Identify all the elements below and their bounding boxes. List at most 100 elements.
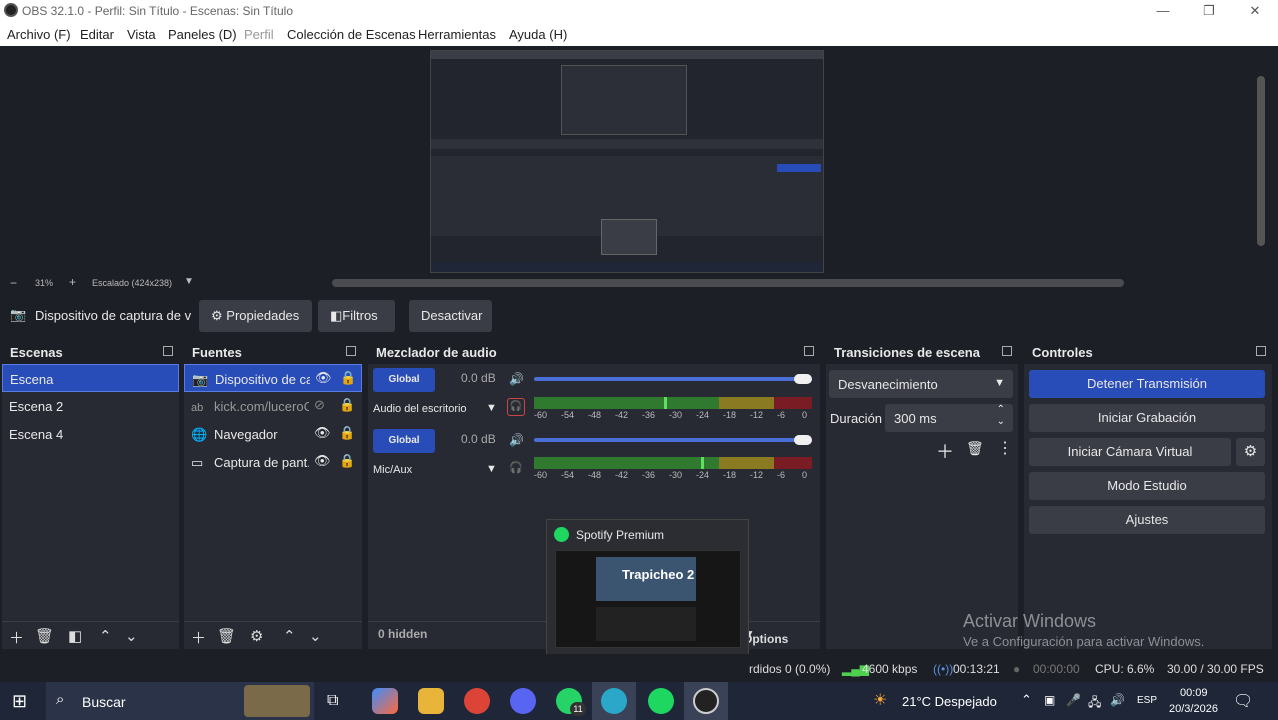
maximize-button[interactable]: ❐ <box>1186 0 1232 22</box>
start-recording-button[interactable]: Iniciar Grabación <box>1029 404 1265 432</box>
move-down-icon[interactable]: ⌄ <box>125 627 138 645</box>
volume-slider[interactable] <box>534 377 810 381</box>
clock-date[interactable]: 20/3/2026 <box>1169 703 1218 715</box>
move-up-icon[interactable]: ⌃ <box>99 627 112 645</box>
undock-icon[interactable] <box>163 346 173 356</box>
monitor-off-icon[interactable]: 🎧 <box>507 398 525 416</box>
discord-icon[interactable] <box>510 688 536 714</box>
menu-perfil[interactable]: Perfil <box>244 27 274 42</box>
hidden-eye-icon[interactable]: ⊘ <box>314 397 325 413</box>
monitor-headphones-icon[interactable]: 🎧 <box>509 461 523 474</box>
source-settings-gear-icon[interactable]: ⚙ <box>250 627 263 645</box>
deactivate-button[interactable]: Desactivar <box>409 300 492 332</box>
menu-archivo[interactable]: Archivo (F) <box>7 27 71 42</box>
chrome-icon[interactable] <box>464 688 490 714</box>
network-icon[interactable]: 🖧 <box>1088 693 1101 714</box>
preview-horizontal-scrollbar[interactable] <box>332 279 1124 287</box>
menu-editar[interactable]: Editar <box>80 27 114 42</box>
lock-icon[interactable]: 🔒 <box>339 397 355 413</box>
menu-coleccion-escenas[interactable]: Colección de Escenas <box>287 27 416 42</box>
scene-filters-icon[interactable]: ◧ <box>68 627 82 645</box>
source-item[interactable]: 📷 Dispositivo de ca 👁 🔒 <box>184 364 362 392</box>
copilot-icon[interactable] <box>372 688 398 714</box>
menu-ayuda[interactable]: Ayuda (H) <box>509 27 567 42</box>
meter-tick-label: 0 <box>802 410 808 420</box>
global-button[interactable]: Global <box>373 368 435 392</box>
language-indicator[interactable]: ESP <box>1137 695 1157 706</box>
taskbar-active-app[interactable] <box>592 682 636 720</box>
close-button[interactable]: ✕ <box>1232 0 1278 22</box>
menu-herramientas[interactable]: Herramientas <box>418 27 496 42</box>
volume-slider-knob[interactable] <box>794 435 812 445</box>
speaker-icon[interactable]: 🔊 <box>509 372 524 386</box>
volume-icon[interactable]: 🔊 <box>1110 693 1125 707</box>
channel-menu-dropdown-icon[interactable]: ▼ <box>486 463 497 475</box>
taskbar-obs-app[interactable] <box>684 682 728 720</box>
spin-up-icon[interactable]: ⌃ <box>997 404 1005 415</box>
weather-text[interactable]: 21°C Despejado <box>902 694 997 709</box>
clock-time[interactable]: 00:09 <box>1180 687 1208 699</box>
visibility-eye-icon[interactable]: 👁 <box>315 370 332 386</box>
source-item[interactable]: 🌐 Navegador 👁 🔒 <box>184 420 362 448</box>
stop-streaming-button[interactable]: Detener Transmisión <box>1029 370 1265 398</box>
whatsapp-icon[interactable]: 11 <box>556 688 586 716</box>
visibility-eye-icon[interactable]: 👁 <box>314 425 331 441</box>
channel-menu-dropdown-icon[interactable]: ▼ <box>486 402 497 414</box>
delete-source-icon[interactable]: 🗑 <box>217 627 236 645</box>
scene-item[interactable]: Escena <box>2 364 179 392</box>
taskbar-search-box[interactable]: ⌕ Buscar <box>46 682 314 720</box>
add-scene-icon[interactable]: ＋ <box>9 627 24 648</box>
move-down-icon[interactable]: ⌄ <box>309 627 322 645</box>
undock-icon[interactable] <box>1002 346 1012 356</box>
minimize-button[interactable]: — <box>1140 0 1186 22</box>
file-explorer-icon[interactable] <box>418 688 444 714</box>
settings-button[interactable]: Ajustes <box>1029 506 1265 534</box>
more-options-icon[interactable]: ⋮ <box>997 438 1013 458</box>
menu-vista[interactable]: Vista <box>127 27 156 42</box>
lock-icon[interactable]: 🔒 <box>339 425 355 441</box>
preview-canvas[interactable] <box>430 50 824 273</box>
lock-icon[interactable]: 🔒 <box>339 453 355 469</box>
studio-mode-button[interactable]: Modo Estudio <box>1029 472 1265 500</box>
zoom-in-button[interactable]: + <box>69 275 76 289</box>
add-source-icon[interactable]: ＋ <box>191 627 206 648</box>
source-item[interactable]: ▭ Captura de pant. 👁 🔒 <box>184 448 362 476</box>
volume-slider[interactable] <box>534 438 810 442</box>
filters-button[interactable]: ◧Filtros <box>318 300 395 332</box>
menu-paneles[interactable]: Paneles (D) <box>168 27 237 42</box>
task-view-icon[interactable]: ⧉ <box>327 692 338 710</box>
virtual-camera-settings-gear-icon[interactable]: ⚙ <box>1236 438 1265 466</box>
undock-icon[interactable] <box>804 346 814 356</box>
global-button[interactable]: Global <box>373 429 435 453</box>
visibility-eye-icon[interactable]: 👁 <box>314 453 331 469</box>
volume-slider-knob[interactable] <box>794 374 812 384</box>
speaker-icon[interactable]: 🔊 <box>509 433 524 447</box>
spotify-taskbar-preview[interactable]: Spotify Premium Trapicheo 2 <box>546 519 749 655</box>
channel-name: Mic/Aux <box>373 464 413 476</box>
properties-button[interactable]: ⚙ Propiedades <box>199 300 312 332</box>
zoom-out-button[interactable]: − <box>10 276 17 290</box>
text-source-icon: ab <box>191 402 204 414</box>
windows-start-icon[interactable]: ⊞ <box>12 691 27 712</box>
delete-transition-icon[interactable]: 🗑 <box>966 440 984 457</box>
duration-spinbox[interactable]: 300 ms ⌃ ⌄ <box>885 404 1013 432</box>
delete-scene-icon[interactable]: 🗑 <box>35 627 54 645</box>
undock-icon[interactable] <box>1256 346 1266 356</box>
scene-item[interactable]: Escena 2 <box>2 392 179 420</box>
scale-dropdown-icon[interactable]: ▼ <box>184 276 194 287</box>
move-up-icon[interactable]: ⌃ <box>283 627 296 645</box>
undock-icon[interactable] <box>346 346 356 356</box>
microphone-icon[interactable]: 🎤 <box>1066 693 1081 707</box>
start-virtual-camera-button[interactable]: Iniciar Cámara Virtual <box>1029 438 1231 466</box>
tray-app-icon[interactable]: ▣ <box>1044 693 1055 707</box>
spin-down-icon[interactable]: ⌄ <box>997 416 1005 427</box>
source-item[interactable]: ab kick.com/luceroC ⊘ 🔒 <box>184 392 362 420</box>
transition-select[interactable]: Desvanecimiento ▼ <box>829 370 1013 398</box>
notification-icon[interactable]: 🗨 <box>1233 691 1253 711</box>
spotify-taskbar-icon[interactable] <box>648 688 674 714</box>
lock-icon[interactable]: 🔒 <box>340 370 356 386</box>
preview-vertical-scrollbar[interactable] <box>1254 46 1268 274</box>
add-transition-icon[interactable]: ＋ <box>936 438 954 464</box>
scene-item[interactable]: Escena 4 <box>2 420 179 448</box>
tray-chevron-up-icon[interactable]: ⌃ <box>1021 692 1032 708</box>
